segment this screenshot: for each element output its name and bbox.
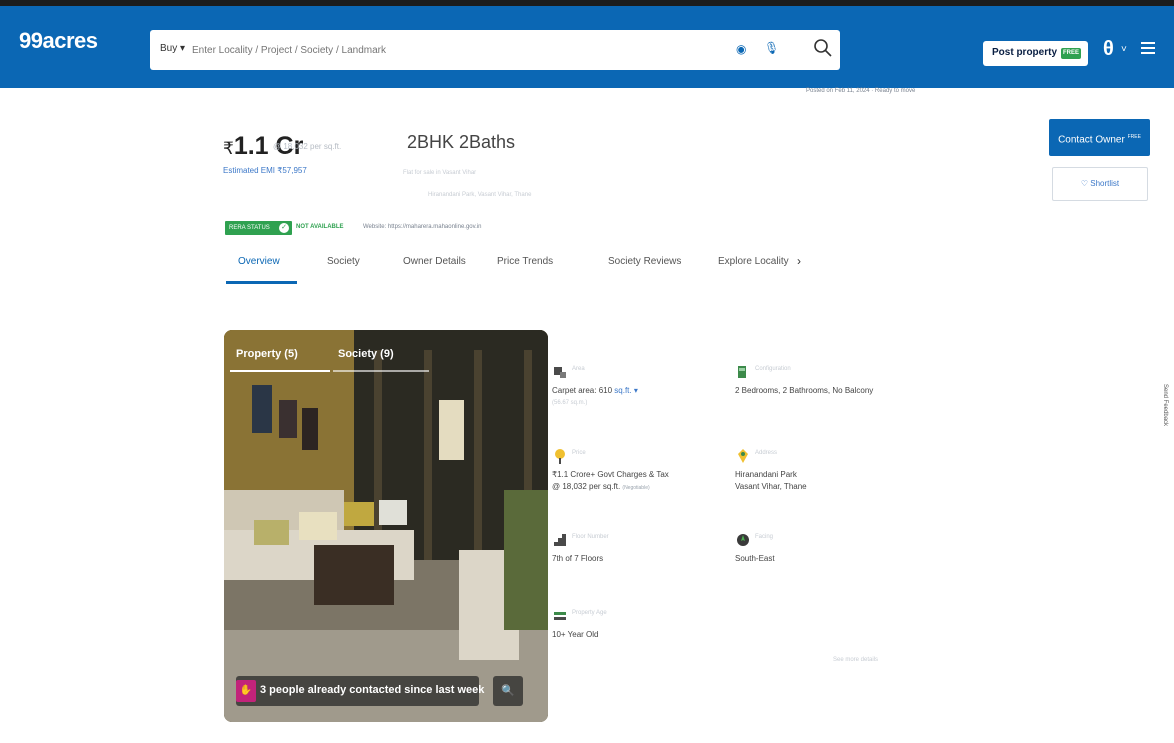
rupee-symbol: ₹: [223, 139, 234, 158]
property-configuration: 2BHK 2Baths: [407, 132, 516, 152]
contact-owner-button[interactable]: Contact Owner FREE: [1049, 119, 1150, 156]
property-age-value: 10+ Year Old: [552, 630, 599, 639]
top-navigation-bar: 99acres Buy ▾ ◉ 🎙 Post property FREE θ ˅: [0, 0, 1174, 88]
living-room-image: [224, 330, 548, 722]
price-per-sqft: @ 18,032 per sq.ft.: [273, 142, 342, 151]
zoom-icon[interactable]: 🔍: [493, 676, 523, 706]
emi-estimate-link[interactable]: Estimated EMI ₹57,957: [223, 166, 307, 175]
tab-society[interactable]: Society: [327, 256, 360, 267]
facing-value: South-East: [735, 554, 775, 563]
active-tab-indicator: [226, 281, 297, 284]
feedback-tab[interactable]: Send Feedback: [1162, 384, 1168, 426]
gallery-tab-society[interactable]: Society (9): [338, 348, 394, 360]
address-line-1: Hiranandani Park: [735, 470, 797, 479]
see-more-details-link[interactable]: See more details: [833, 657, 878, 663]
property-photo[interactable]: [224, 330, 548, 722]
address-value: Hiranandani Park Vasant Vihar, Thane: [735, 469, 807, 493]
price-line-2: @ 18,032 per sq.ft.: [552, 482, 621, 491]
hamburger-menu-icon[interactable]: [1141, 42, 1155, 54]
chevron-down-icon[interactable]: ˅: [1121, 44, 1127, 55]
compass-icon: [737, 534, 749, 546]
check-icon: ✓: [279, 223, 289, 233]
negotiable-tag: (Negotiable): [622, 485, 650, 491]
rera-status-badge: RERA STATUS ✓: [225, 221, 292, 235]
contacted-banner: ✋ 3 people already contacted since last …: [236, 676, 484, 706]
property-type-subtitle: Flat for sale in Vasant Vihar: [403, 170, 477, 176]
area-sqm: (56.67 sq.m.): [552, 400, 588, 406]
property-age-icon: [554, 612, 566, 620]
floor-label: Floor Number: [572, 534, 609, 540]
address-line-2: Vasant Vihar, Thane: [735, 482, 807, 491]
tab-price-trends[interactable]: Price Trends: [497, 256, 553, 267]
chevron-right-icon[interactable]: ›: [797, 254, 801, 268]
posted-date: Posted on Feb 11, 2024 · Ready to move: [806, 88, 916, 94]
gallery-tab-property[interactable]: Property (5): [236, 348, 298, 360]
hand-icon: ✋: [236, 680, 256, 702]
search-bar: Buy ▾ ◉ 🎙: [150, 30, 840, 70]
search-input[interactable]: [192, 40, 712, 60]
configuration-value: 2 Bedrooms, 2 Bathrooms, No Balcony: [735, 386, 874, 395]
tab-owner-details[interactable]: Owner Details: [403, 256, 466, 267]
area-value: Carpet area: 610 sq.ft. ▾: [552, 385, 638, 397]
microphone-icon[interactable]: 🎙: [764, 41, 779, 55]
tab-explore-locality[interactable]: Explore Locality: [718, 256, 789, 267]
area-icon: [554, 367, 566, 378]
post-property-label: Post property: [992, 47, 1058, 58]
rera-label: RERA STATUS: [229, 225, 270, 231]
rera-website-text: Website: https://maharera.mahaonline.gov…: [363, 224, 482, 230]
carpet-area-text: Carpet area: 610: [552, 386, 613, 395]
price-line-1: ₹1.1 Crore+ Govt Charges & Tax: [552, 470, 669, 479]
contact-owner-label: Contact Owner: [1058, 134, 1125, 146]
bed-icon: [738, 366, 746, 378]
free-badge: FREE: [1061, 48, 1081, 59]
address-pin-icon: [738, 449, 748, 463]
gallery-tab-underline-property: [230, 370, 330, 372]
brand-logo[interactable]: 99acres: [19, 28, 98, 54]
area-label: Area: [572, 366, 585, 372]
contacted-text: 3 people already contacted since last we…: [260, 684, 485, 696]
floor-value: 7th of 7 Floors: [552, 554, 604, 563]
tab-society-reviews[interactable]: Society Reviews: [608, 256, 681, 267]
price-detail-value: ₹1.1 Crore+ Govt Charges & Tax @ 18,032 p…: [552, 469, 669, 494]
location-icon[interactable]: ◉: [736, 42, 746, 56]
post-property-button[interactable]: Post property FREE: [983, 41, 1088, 66]
gallery-tab-underline-society: [333, 370, 429, 372]
tab-overview[interactable]: Overview: [238, 256, 280, 267]
buy-dropdown[interactable]: Buy ▾: [160, 43, 185, 54]
search-icon[interactable]: [812, 37, 834, 59]
facing-label: Facing: [755, 534, 774, 540]
price-label: Price: [572, 450, 586, 456]
shortlist-button[interactable]: ♡ Shortlist: [1052, 167, 1148, 201]
configuration-label: Configuration: [755, 366, 791, 372]
property-age-label: Property Age: [572, 610, 607, 616]
free-tag: FREE: [1127, 134, 1141, 140]
address-label: Address: [755, 450, 778, 456]
floor-stairs-icon: [554, 534, 566, 546]
rera-not-available: NOT AVAILABLE: [296, 224, 344, 230]
user-account-icon[interactable]: θ: [1103, 38, 1114, 61]
property-location-subtitle: Hiranandani Park, Vasant Vihar, Thane: [428, 192, 532, 198]
area-unit-dropdown[interactable]: sq.ft. ▾: [614, 386, 638, 395]
price-tag-icon: [555, 449, 565, 464]
